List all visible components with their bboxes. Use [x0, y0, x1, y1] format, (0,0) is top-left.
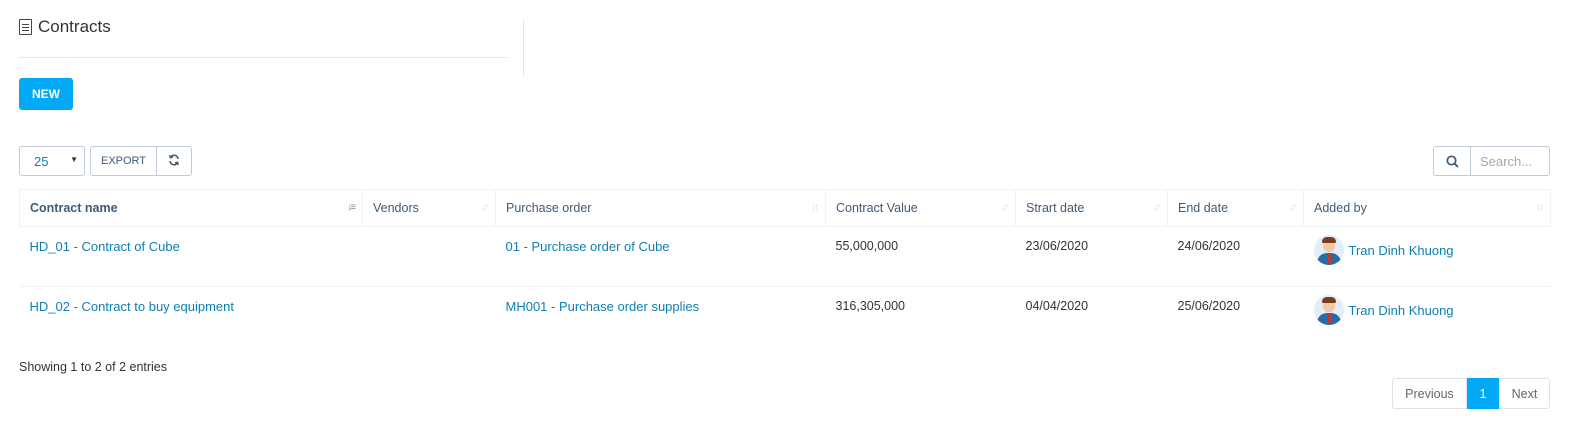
column-label: Purchase order [506, 201, 592, 215]
cell-contract-value: 316,305,000 [835, 299, 906, 313]
document-icon [19, 19, 32, 35]
page-1-button[interactable]: 1 [1467, 378, 1499, 409]
column-label: Contract name [30, 201, 118, 215]
sort-icon: ↓↑ [811, 202, 819, 213]
user-link[interactable]: Tran Dinh Khuong [1349, 303, 1454, 318]
column-header-start-date[interactable]: Strart date ↓↑ [1015, 189, 1168, 227]
search-group [1433, 146, 1550, 176]
sort-icon: ↓↑ [1153, 202, 1161, 213]
refresh-button[interactable] [156, 146, 192, 176]
column-label: Strart date [1026, 201, 1085, 215]
column-header-added-by[interactable]: Added by ↓↑ [1303, 189, 1551, 227]
cell-start-date: 04/04/2020 [1025, 299, 1089, 313]
table-info: Showing 1 to 2 of 2 entries [19, 360, 168, 374]
table-header-row: Contract name ↓≡ Vendors ↓↑ Purchase order… [19, 189, 1551, 227]
cell-contract-name: HD_02 - Contract to buy equipment [20, 287, 363, 347]
contract-link[interactable]: HD_01 - Contract of Cube [30, 239, 180, 254]
page-header: Contracts [18, 16, 508, 58]
cell-vendors [362, 226, 496, 287]
refresh-icon [168, 154, 180, 165]
search-icon [1446, 155, 1459, 168]
cell-purchase-order: 01 - Purchase order of Cube [495, 226, 826, 287]
table-row: HD_01 - Contract of Cube 01 - Purchase o… [19, 226, 1551, 287]
cell-added-by: Tran Dinh Khuong [1303, 226, 1551, 287]
sort-icon: ↓↑ [481, 202, 489, 213]
sort-asc-icon: ↓≡ [347, 202, 356, 213]
contract-link[interactable]: HD_02 - Contract to buy equipment [30, 299, 235, 314]
search-input[interactable] [1470, 146, 1550, 176]
next-page-button[interactable]: Next [1499, 378, 1550, 409]
cell-contract-name: HD_01 - Contract of Cube [19, 226, 363, 287]
sort-icon: ↓↑ [1536, 202, 1544, 213]
avatar[interactable] [1313, 235, 1344, 265]
sort-icon: ↓↑ [1289, 202, 1297, 213]
cell-end-date: 25/06/2020 [1177, 299, 1241, 313]
header-divider [523, 18, 524, 78]
column-label: Added by [1314, 201, 1367, 215]
cell-start-date: 23/06/2020 [1015, 226, 1168, 287]
cell-end-date: 24/06/2020 [1167, 226, 1304, 287]
export-button[interactable]: EXPORT [90, 146, 157, 176]
avatar[interactable] [1313, 295, 1344, 325]
cell-contract-value: 55,000,000 [825, 226, 1016, 287]
column-header-end-date[interactable]: End date ↓↑ [1167, 189, 1304, 227]
previous-page-button[interactable]: Previous [1392, 378, 1467, 409]
user-chip: Tran Dinh Khuong [1313, 235, 1551, 265]
table-row: HD_02 - Contract to buy equipment MH001 … [20, 287, 1551, 347]
purchase-order-link[interactable]: 01 - Purchase order of Cube [506, 239, 670, 254]
column-label: Contract Value [836, 201, 918, 215]
page-length-select[interactable]: 25 ▼ [19, 146, 85, 176]
cell-vendors [363, 287, 496, 347]
search-button[interactable] [1433, 146, 1471, 176]
user-link[interactable]: Tran Dinh Khuong [1349, 243, 1454, 258]
caret-down-icon: ▼ [70, 155, 78, 164]
pagination: Previous 1 Next [1392, 378, 1550, 409]
column-header-contract-value[interactable]: Contract Value ↓↑ [825, 189, 1016, 227]
column-header-vendors[interactable]: Vendors ↓↑ [362, 189, 496, 227]
contracts-table: Contract name ↓≡ Vendors ↓↑ Purchase order… [19, 189, 1551, 347]
new-contract-button[interactable]: NEW [19, 78, 73, 110]
cell-added-by: Tran Dinh Khuong [1304, 287, 1551, 347]
user-chip: Tran Dinh Khuong [1313, 295, 1551, 325]
column-header-contract-name[interactable]: Contract name ↓≡ [19, 189, 363, 227]
page-length-value: 25 [34, 154, 49, 169]
column-label: End date [1178, 201, 1229, 215]
column-label: Vendors [373, 201, 419, 215]
page-title: Contracts [38, 17, 111, 36]
sort-icon: ↓↑ [1001, 202, 1009, 213]
purchase-order-link[interactable]: MH001 - Purchase order supplies [506, 299, 700, 314]
cell-purchase-order: MH001 - Purchase order supplies [496, 287, 826, 347]
column-header-purchase-order[interactable]: Purchase order ↓↑ [495, 189, 826, 227]
